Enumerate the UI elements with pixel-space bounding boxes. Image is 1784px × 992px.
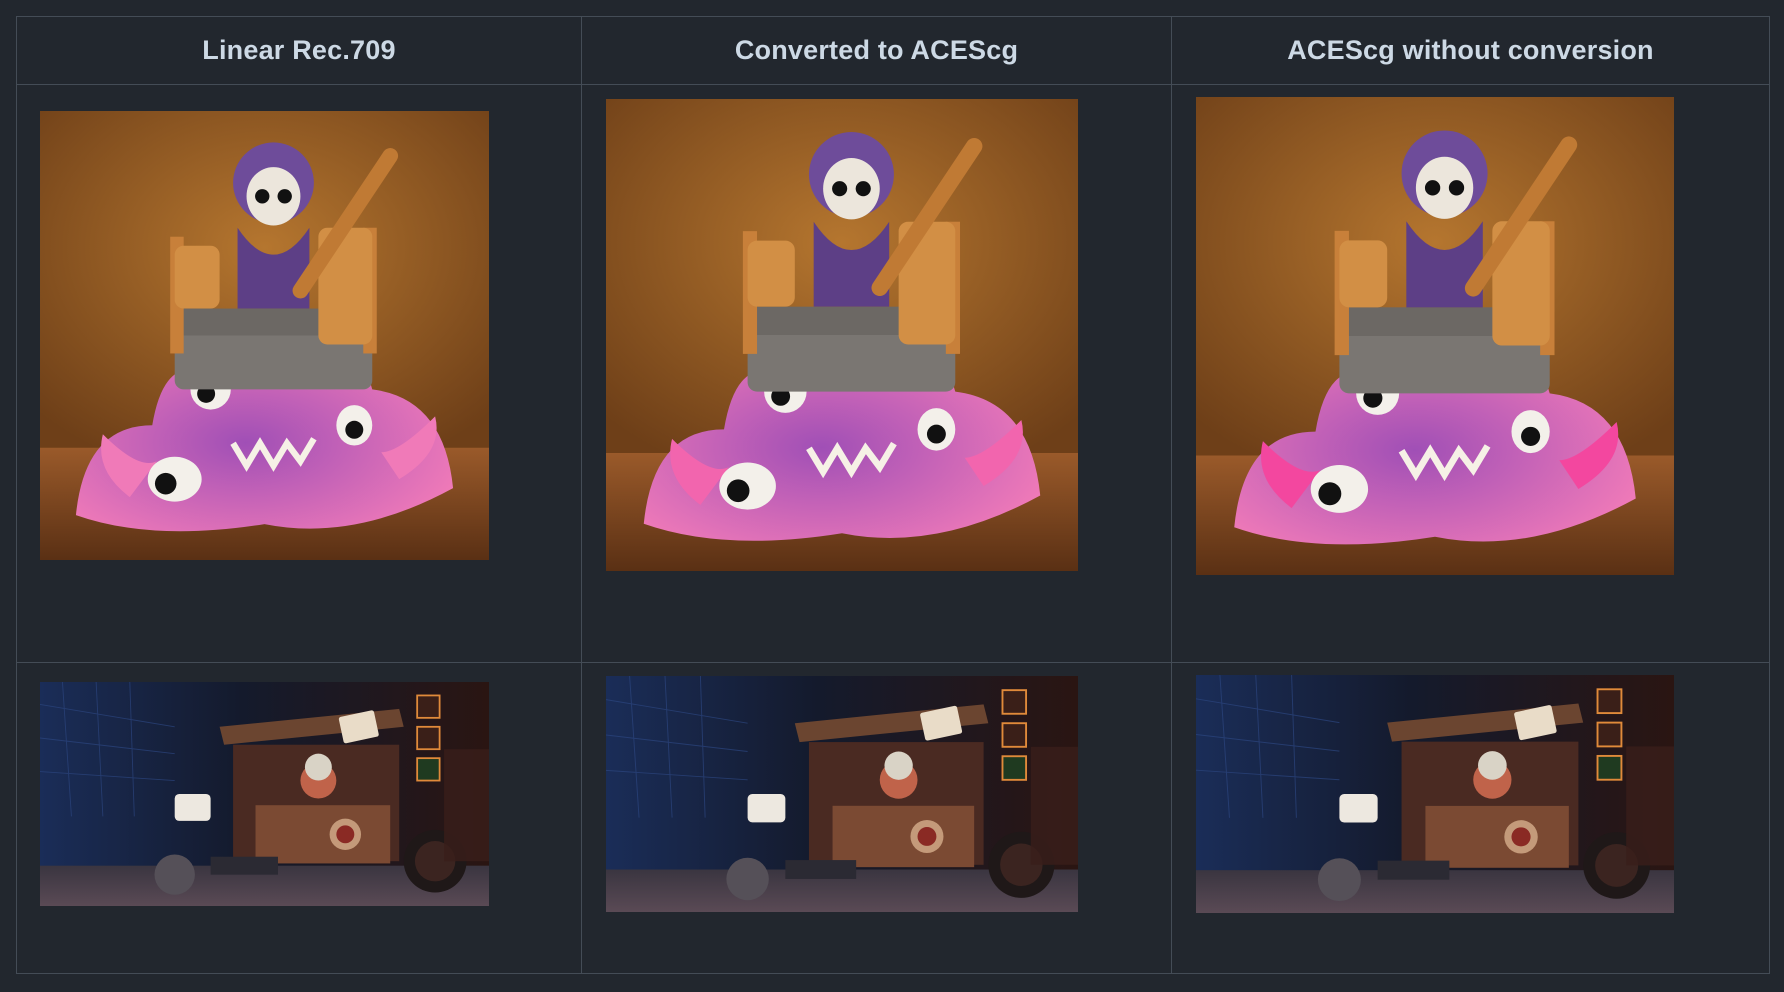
comparison-table: Linear Rec.709 Converted to ACEScg ACESc… [16,16,1770,974]
column-header-label: Linear Rec.709 [202,35,396,65]
column-header-label: Converted to ACEScg [734,35,1019,65]
table-cell [582,85,1172,663]
table-cell [17,663,582,973]
shop-render-unconverted [1196,675,1674,913]
column-header-label: ACEScg without conversion [1287,35,1654,65]
column-header-unconverted: ACEScg without conversion [1172,17,1769,85]
monster-render-unconverted [1196,97,1674,575]
table-cell [1172,663,1769,973]
table-cell [17,85,582,663]
monster-render-linear [40,111,489,560]
table-cell [582,663,1172,973]
column-header-converted: Converted to ACEScg [582,17,1172,85]
shop-render-converted [606,676,1078,912]
shop-render-linear [40,682,489,906]
table-cell [1172,85,1769,663]
column-header-linear: Linear Rec.709 [17,17,582,85]
monster-render-converted [606,99,1078,571]
